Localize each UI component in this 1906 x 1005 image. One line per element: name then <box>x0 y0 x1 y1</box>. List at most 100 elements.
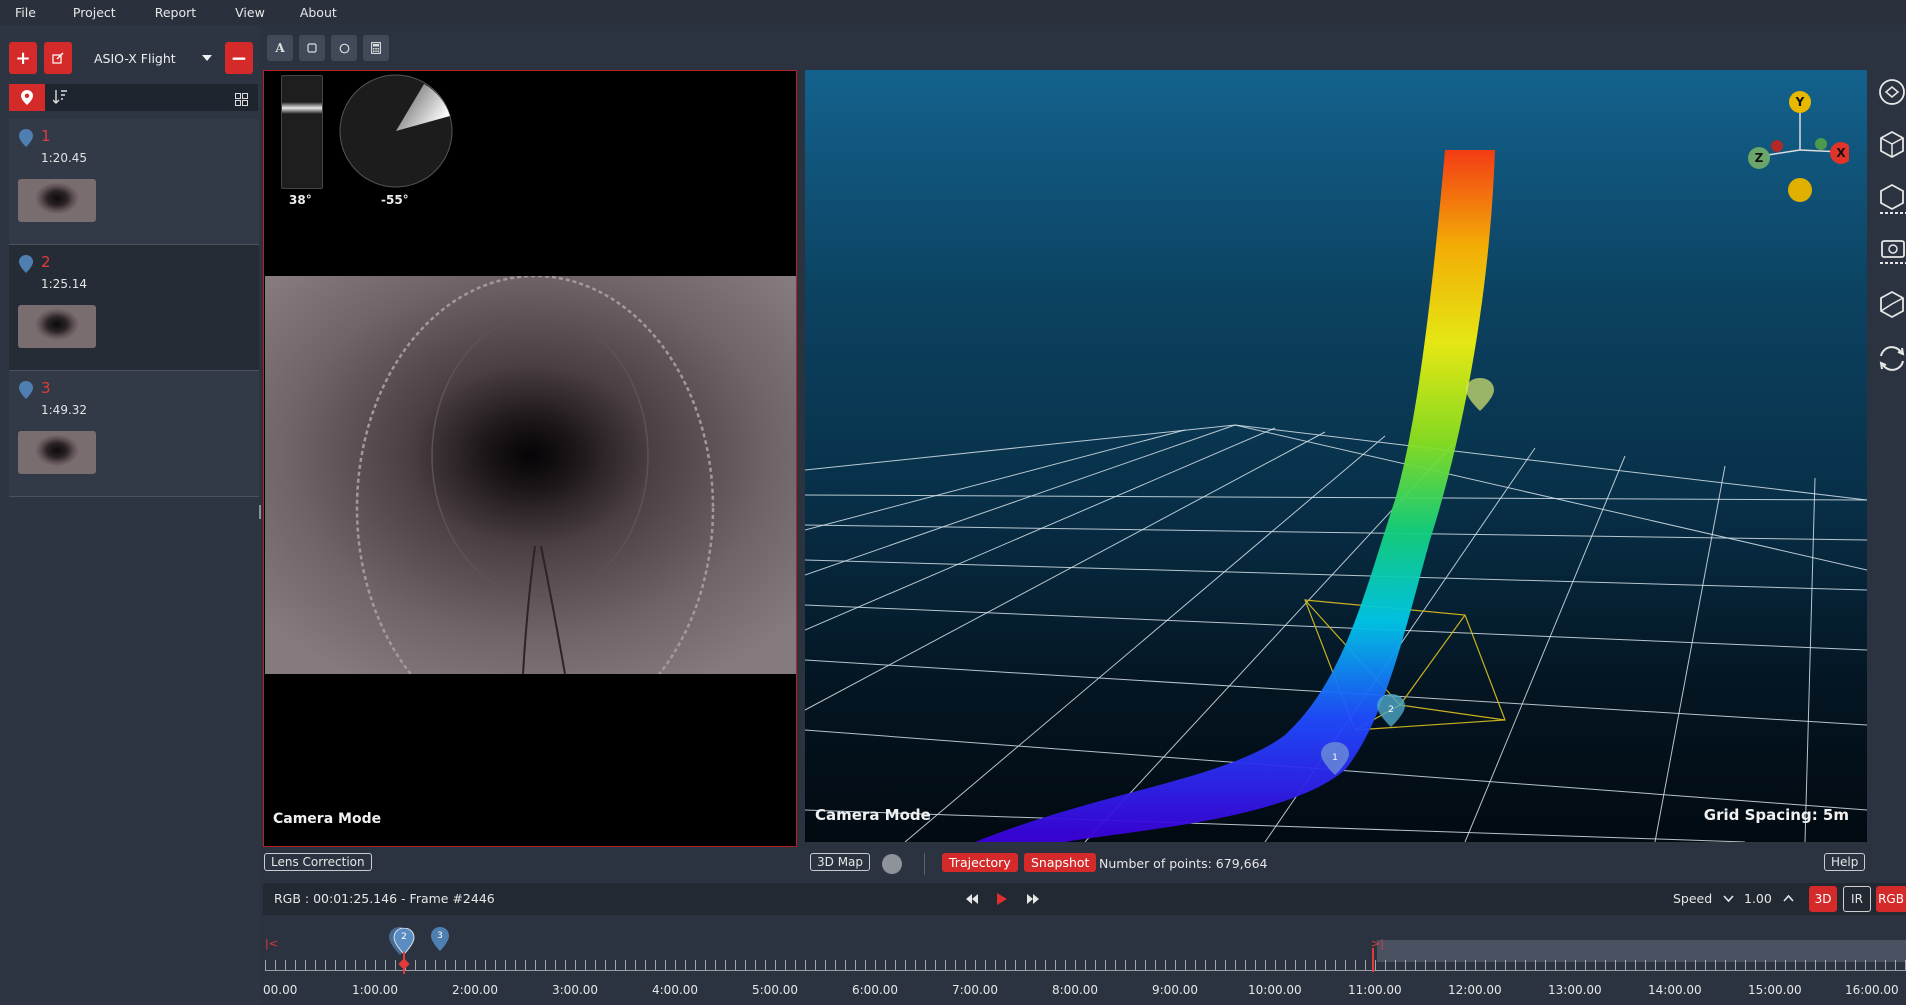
svg-text:1: 1 <box>1332 753 1338 763</box>
map-marker-3[interactable] <box>1466 378 1494 411</box>
timeline[interactable]: |< >| 2 3 00.00 1:00.00 2:00.00 3:00.00 … <box>260 927 1906 1005</box>
add-button[interactable]: + <box>9 42 37 74</box>
timeline-tick-label: 13:00.00 <box>1548 983 1602 997</box>
edit-button[interactable] <box>44 42 72 74</box>
tilt-value: 38° <box>289 193 312 207</box>
view-side-icon[interactable] <box>1872 181 1906 217</box>
list-item[interactable]: 1 1:20.45 <box>9 119 259 245</box>
camera-toolbar: A <box>267 35 389 61</box>
menu-about[interactable]: About <box>280 0 352 25</box>
play-icon[interactable] <box>996 892 1008 906</box>
view-front-icon[interactable] <box>1872 127 1906 161</box>
location-pin-icon <box>21 90 33 105</box>
playback-bar: RGB : 00:01:25.146 - Frame #2446 Speed 1… <box>263 883 1906 915</box>
axis-origin-handle[interactable] <box>1788 178 1812 202</box>
heading-gauge <box>339 74 453 188</box>
range-start-icon[interactable]: |< <box>265 937 278 950</box>
speed-label: Speed <box>1673 891 1713 906</box>
marker-view-button[interactable] <box>9 84 45 111</box>
sort-button[interactable] <box>52 89 67 108</box>
snapshot-button[interactable]: Snapshot <box>1024 853 1097 872</box>
map-marker-2[interactable]: 2 <box>1377 694 1405 727</box>
flight-select[interactable]: ASIO-X Flight <box>82 42 214 74</box>
tilt-indicator <box>282 102 322 114</box>
menu-bar: File Project Report View About <box>0 0 1906 25</box>
rewind-icon[interactable] <box>965 893 979 905</box>
map-3d-view[interactable]: 1 2 Y X Z Camera Mode Grid Spacing: 5m <box>805 70 1867 842</box>
timeline-tick-label: 1:00.00 <box>352 983 399 997</box>
list-item[interactable]: 2 1:25.14 <box>9 245 259 371</box>
annotation-thumbnail[interactable] <box>18 305 96 348</box>
timeline-marker-label: 3 <box>437 931 443 941</box>
help-button[interactable]: Help <box>1824 853 1866 871</box>
menu-report[interactable]: Report <box>131 0 211 25</box>
camera-mode-label: Camera Mode <box>273 811 382 827</box>
camera-view[interactable]: 38° -55° Camera Mode <box>263 70 797 847</box>
timeline-unavailable-region <box>1377 940 1906 962</box>
annotation-time: 1:49.32 <box>41 403 88 417</box>
mode-3d-button[interactable]: 3D <box>1809 886 1837 912</box>
timeline-tick-label: 5:00.00 <box>752 983 799 997</box>
menu-file[interactable]: File <box>0 0 51 25</box>
timeline-tick-label: 10:00.00 <box>1248 983 1302 997</box>
reset-view-icon[interactable] <box>1872 341 1906 375</box>
splitter-handle[interactable] <box>259 505 261 519</box>
rectangle-tool-button[interactable] <box>299 35 325 61</box>
camera-follow-icon[interactable] <box>1872 233 1906 271</box>
list-item[interactable]: 3 1:49.32 <box>9 371 259 497</box>
grid-view-button[interactable] <box>235 91 248 110</box>
grid-spacing-label: Grid Spacing: 5m <box>1703 806 1849 824</box>
fast-forward-icon[interactable] <box>1026 893 1040 905</box>
sidebar: + ASIO-X Flight − 1 1:20.45 2 1:25.14 3 … <box>0 25 260 1005</box>
annotation-thumbnail[interactable] <box>18 431 96 474</box>
axis-x-label: X <box>1836 146 1846 160</box>
annotation-number: 2 <box>41 253 51 271</box>
speed-value[interactable]: 1.00 <box>1744 891 1772 906</box>
svg-text:2: 2 <box>1388 705 1394 715</box>
annotation-time: 1:20.45 <box>41 151 88 165</box>
measure-tool-button[interactable] <box>363 35 389 61</box>
tilt-gauge <box>281 75 323 189</box>
camera-image <box>265 276 796 674</box>
annotation-thumbnail[interactable] <box>18 179 96 222</box>
record-toggle[interactable] <box>882 854 902 874</box>
menu-view[interactable]: View <box>211 0 280 25</box>
mode-ir-button[interactable]: IR <box>1843 886 1871 912</box>
remove-button[interactable]: − <box>225 42 253 74</box>
lens-correction-button[interactable]: Lens Correction <box>264 853 372 871</box>
circle-icon <box>339 43 349 53</box>
timeline-tick-label: 2:00.00 <box>452 983 499 997</box>
timeline-tick-label: 12:00.00 <box>1448 983 1502 997</box>
timeline-tick-label: 4:00.00 <box>652 983 699 997</box>
range-end-line <box>1372 948 1374 972</box>
text-tool-button[interactable]: A <box>267 35 293 61</box>
square-icon <box>307 43 317 53</box>
circle-tool-button[interactable] <box>331 35 357 61</box>
timeline-tick-label: 3:00.00 <box>552 983 599 997</box>
timeline-axis <box>265 970 1906 971</box>
flight-select-value: ASIO-X Flight <box>94 50 176 66</box>
calculator-icon <box>371 42 381 54</box>
plus-icon: + <box>15 47 31 69</box>
annotation-number: 1 <box>41 127 51 145</box>
annotation-number: 3 <box>41 379 51 397</box>
timeline-tick-label: 7:00.00 <box>952 983 999 997</box>
frame-info: RGB : 00:01:25.146 - Frame #2446 <box>274 891 495 906</box>
timeline-tick-label: 9:00.00 <box>1152 983 1199 997</box>
points-count: Number of points: 679,664 <box>1099 856 1268 871</box>
timeline-tick-label: 8:00.00 <box>1052 983 1099 997</box>
perspective-icon[interactable] <box>1872 287 1906 321</box>
trajectory-button[interactable]: Trajectory <box>942 853 1018 872</box>
menu-project[interactable]: Project <box>51 0 131 25</box>
speed-increase-icon[interactable] <box>1783 894 1794 902</box>
3d-map-button[interactable]: 3D Map <box>810 853 871 871</box>
mode-rgb-button[interactable]: RGB <box>1876 886 1906 912</box>
view-top-icon[interactable] <box>1872 75 1906 109</box>
marker-pin-icon <box>19 129 33 147</box>
timeline-tick-label: 14:00.00 <box>1648 983 1702 997</box>
speed-decrease-icon[interactable] <box>1723 895 1734 903</box>
minus-icon: − <box>230 46 248 70</box>
heading-value: -55° <box>381 193 409 207</box>
sidebar-toolbar <box>9 84 258 111</box>
sort-icon <box>52 90 67 104</box>
